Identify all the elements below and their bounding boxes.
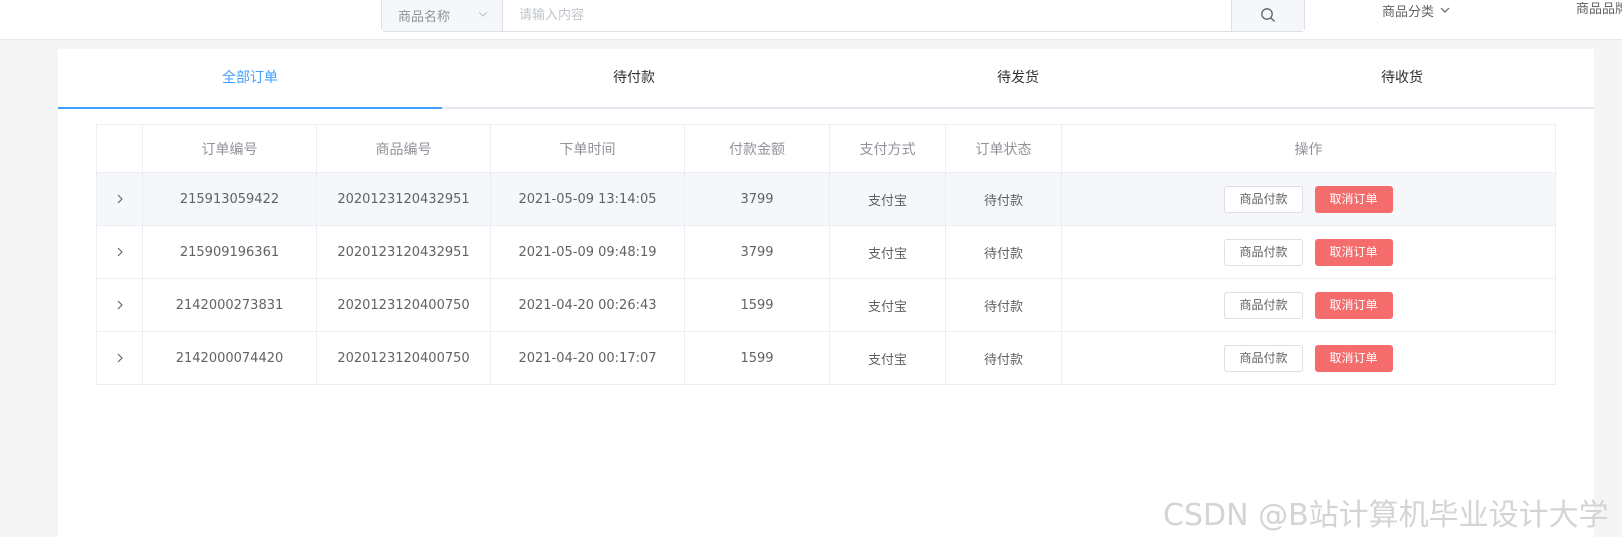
tab-all-orders[interactable]: 全部订单: [58, 49, 442, 109]
column-header: 操作: [1061, 124, 1556, 173]
actions-cell: 商品付款 取消订单: [1061, 172, 1556, 226]
cancel-order-button[interactable]: 取消订单: [1314, 185, 1393, 213]
cancel-order-button[interactable]: 取消订单: [1314, 238, 1393, 266]
orders-table: 订单编号 商品编号 下单时间 付款金额 支付方式 订单状态 操作 2159130…: [96, 124, 1556, 385]
product-number-cell: 2020123120432951: [316, 172, 491, 226]
order-time-cell: 2021-05-09 09:48:19: [490, 225, 685, 279]
expand-cell[interactable]: [96, 172, 143, 226]
actions-cell: 商品付款 取消订单: [1061, 278, 1556, 332]
search-bar: 商品名称: [381, 0, 1305, 32]
product-number-cell: 2020123120400750: [316, 278, 491, 332]
cancel-order-button[interactable]: 取消订单: [1314, 291, 1393, 319]
order-status-cell: 待付款: [945, 278, 1062, 332]
orders-card: 全部订单 待付款 待发货 待收货 订单编号 商品编号 下单时间 付款金额 支付方…: [58, 49, 1594, 537]
expand-cell[interactable]: [96, 331, 143, 385]
order-time-cell: 2021-05-09 13:14:05: [490, 172, 685, 226]
order-number-cell: 2142000074420: [142, 331, 317, 385]
chevron-down-icon: [478, 11, 488, 17]
pay-button[interactable]: 商品付款: [1224, 344, 1303, 372]
amount-cell: 3799: [684, 172, 830, 226]
tab-pending-receipt[interactable]: 待收货: [1210, 49, 1594, 107]
chevron-right-icon: [117, 247, 123, 257]
expand-column-header: [96, 124, 143, 173]
order-status-cell: 待付款: [945, 225, 1062, 279]
pay-button[interactable]: 商品付款: [1224, 185, 1303, 213]
actions-cell: 商品付款 取消订单: [1061, 225, 1556, 279]
table-row: 2142000273831 2020123120400750 2021-04-2…: [96, 278, 1556, 332]
amount-cell: 1599: [684, 278, 830, 332]
column-header: 支付方式: [829, 124, 946, 173]
table-row: 2142000074420 2020123120400750 2021-04-2…: [96, 331, 1556, 385]
column-header: 订单编号: [142, 124, 317, 173]
top-bar: 商品名称 商品分类 商品品牌: [0, 0, 1622, 40]
order-number-cell: 215913059422: [142, 172, 317, 226]
column-header: 下单时间: [490, 124, 685, 173]
pay-button[interactable]: 商品付款: [1224, 291, 1303, 319]
table-row: 215913059422 2020123120432951 2021-05-09…: [96, 172, 1556, 226]
actions-cell: 商品付款 取消订单: [1061, 331, 1556, 385]
chevron-right-icon: [117, 300, 123, 310]
amount-cell: 1599: [684, 331, 830, 385]
payment-method-cell: 支付宝: [829, 225, 946, 279]
product-number-cell: 2020123120400750: [316, 331, 491, 385]
order-time-cell: 2021-04-20 00:26:43: [490, 278, 685, 332]
order-number-cell: 215909196361: [142, 225, 317, 279]
pay-button[interactable]: 商品付款: [1224, 238, 1303, 266]
search-type-label: 商品名称: [398, 9, 451, 25]
expand-cell[interactable]: [96, 225, 143, 279]
order-time-cell: 2021-04-20 00:17:07: [490, 331, 685, 385]
expand-cell[interactable]: [96, 278, 143, 332]
column-header: 付款金额: [684, 124, 830, 173]
payment-method-cell: 支付宝: [829, 331, 946, 385]
column-header: 订单状态: [945, 124, 1062, 173]
order-number-cell: 2142000273831: [142, 278, 317, 332]
search-input[interactable]: [503, 0, 1231, 31]
order-tabs: 全部订单 待付款 待发货 待收货: [58, 49, 1594, 109]
tab-pending-payment[interactable]: 待付款: [442, 49, 826, 107]
category-label: 商品分类: [1382, 4, 1435, 20]
search-icon: [1261, 8, 1275, 22]
search-button[interactable]: [1231, 0, 1304, 31]
chevron-right-icon: [117, 353, 123, 363]
payment-method-cell: 支付宝: [829, 278, 946, 332]
payment-method-cell: 支付宝: [829, 172, 946, 226]
table-header-row: 订单编号 商品编号 下单时间 付款金额 支付方式 订单状态 操作: [96, 124, 1556, 173]
category-menu[interactable]: 商品分类: [1382, 0, 1450, 20]
brand-label: 商品品牌: [1576, 2, 1622, 17]
chevron-right-icon: [117, 194, 123, 204]
watermark: CSDN @B站计算机毕业设计大学: [1163, 498, 1609, 533]
table-row: 215909196361 2020123120432951 2021-05-09…: [96, 225, 1556, 279]
tab-pending-shipment[interactable]: 待发货: [826, 49, 1210, 107]
column-header: 商品编号: [316, 124, 491, 173]
brand-menu[interactable]: 商品品牌: [1576, 0, 1622, 20]
cancel-order-button[interactable]: 取消订单: [1314, 344, 1393, 372]
product-number-cell: 2020123120432951: [316, 225, 491, 279]
order-status-cell: 待付款: [945, 172, 1062, 226]
order-status-cell: 待付款: [945, 331, 1062, 385]
chevron-down-icon: [1440, 7, 1450, 13]
search-type-select[interactable]: 商品名称: [382, 0, 503, 31]
amount-cell: 3799: [684, 225, 830, 279]
